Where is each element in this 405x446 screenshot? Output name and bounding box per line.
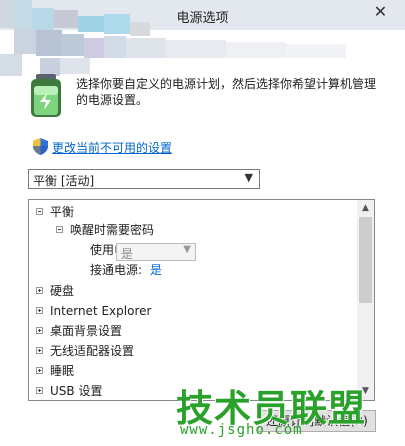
chevron-down-icon: ▼ bbox=[183, 244, 191, 255]
expand-icon[interactable] bbox=[36, 287, 43, 294]
battery-icon bbox=[31, 74, 61, 117]
expand-icon[interactable] bbox=[36, 347, 43, 354]
description-line-2: 的电源设置。 bbox=[76, 93, 149, 107]
tree-item-label: 睡眠 bbox=[50, 364, 75, 378]
restore-defaults-button[interactable]: 还原计划默认值(R) bbox=[258, 410, 376, 432]
expand-icon[interactable] bbox=[36, 327, 43, 334]
expand-icon[interactable] bbox=[36, 387, 43, 394]
title-bar[interactable]: 电源选项 ✕ bbox=[0, 0, 405, 30]
scrollbar-thumb[interactable] bbox=[359, 217, 372, 303]
window-title: 电源选项 bbox=[176, 11, 229, 26]
close-icon: ✕ bbox=[373, 2, 388, 21]
scroll-up-arrow-icon[interactable]: ▲ bbox=[357, 200, 374, 217]
tree-item-label: Internet Explorer bbox=[50, 304, 152, 318]
tree-item-label: USB 设置 bbox=[50, 384, 103, 398]
tree-item-label: 桌面背景设置 bbox=[50, 324, 123, 338]
on-battery-select-value: 是 bbox=[121, 247, 134, 261]
collapse-icon[interactable] bbox=[56, 226, 63, 233]
settings-tree[interactable]: 平衡 唤醒时需要密码 使用电池: 接通电源: 是 硬盘 Internet Exp… bbox=[28, 199, 375, 401]
collapse-icon[interactable] bbox=[36, 208, 43, 215]
scroll-down-arrow-icon[interactable]: ▼ bbox=[357, 383, 374, 400]
power-plan-select-value: 平衡 [活动] bbox=[33, 174, 95, 188]
tree-item-label: 平衡 bbox=[50, 205, 75, 219]
uac-shield-icon bbox=[33, 138, 48, 155]
description-line-1: 选择你要自定义的电源计划，然后选择你希望计算机管理 bbox=[76, 77, 377, 91]
plugged-in-value-link[interactable]: 是 bbox=[150, 261, 162, 279]
tree-item-label: 无线适配器设置 bbox=[50, 344, 135, 358]
description-text: 选择你要自定义的电源计划，然后选择你希望计算机管理 的电源设置。 bbox=[76, 76, 396, 108]
tree-item-label: 接通电源: bbox=[90, 263, 143, 277]
on-battery-select[interactable]: 是 ▼ bbox=[116, 243, 196, 261]
expand-icon[interactable] bbox=[36, 307, 43, 314]
tree-scrollbar[interactable]: ▲ ▼ bbox=[357, 200, 374, 400]
close-button[interactable]: ✕ bbox=[358, 1, 403, 23]
tree-item-label: 唤醒时需要密码 bbox=[70, 223, 155, 237]
power-options-window: 电源选项 ✕ 选择你要自定义的电源计划，然后选择你希望计算机管理 的电源设置。 bbox=[0, 0, 405, 446]
expand-icon[interactable] bbox=[36, 367, 43, 374]
power-plan-select[interactable]: 平衡 [活动] ▼ bbox=[28, 169, 260, 189]
change-unavailable-settings-link[interactable]: 更改当前不可用的设置 bbox=[52, 139, 172, 156]
tree-item-label: 硬盘 bbox=[50, 284, 75, 298]
chevron-down-icon: ▼ bbox=[244, 171, 253, 184]
